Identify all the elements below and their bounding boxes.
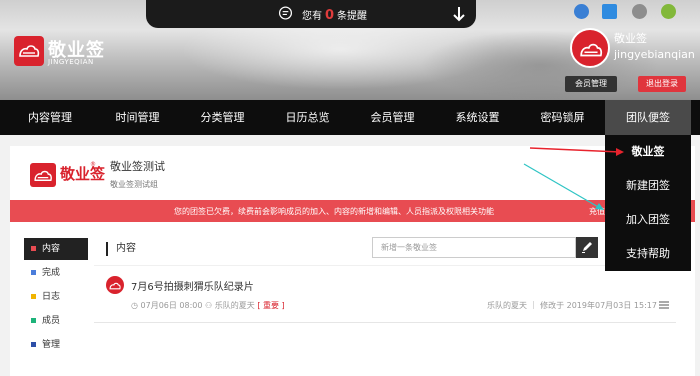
side-item-members[interactable]: 成员	[24, 310, 88, 332]
square-bullet-icon	[31, 294, 36, 299]
item-avatar	[106, 276, 124, 294]
item-meta: ◷ 07月06日 08:00 ⚇ 乐队的夏天 [ 重要 ]	[131, 300, 285, 311]
new-note-input[interactable]	[372, 237, 576, 258]
item-team: 乐队的夏天	[214, 301, 255, 310]
side-item-done[interactable]: 完成	[24, 262, 88, 284]
pencil-icon	[582, 242, 592, 253]
side-item-label: 日志	[42, 292, 61, 302]
square-bullet-icon	[31, 342, 36, 347]
nav-item-settings[interactable]: 系统设置	[440, 100, 515, 135]
team-logo-text: 敬业签	[60, 165, 106, 183]
content-section-title: 内容	[106, 242, 136, 256]
user-name: jingyebianqian	[614, 48, 695, 61]
side-item-label: 成员	[42, 316, 61, 326]
registered-mark: ®	[90, 161, 96, 168]
annotation-arrows	[523, 147, 624, 210]
user-label: 敬业签	[614, 32, 647, 45]
nav-item-category[interactable]: 分类管理	[185, 100, 260, 135]
nav-item-team[interactable]: 团队便签	[605, 100, 691, 135]
side-item-log[interactable]: 日志	[24, 286, 88, 308]
android-icon[interactable]	[661, 4, 676, 19]
nav-item-calendar[interactable]: 日历总览	[270, 100, 345, 135]
edit-button[interactable]	[576, 237, 598, 258]
notice-count: 0	[325, 8, 335, 23]
side-item-label: 管理	[42, 340, 61, 350]
item-date: 07月06日 08:00	[140, 301, 203, 310]
clock-icon: ◷	[131, 301, 141, 310]
notice-text: 您有 0 条提醒	[302, 7, 367, 23]
team-icon: ⚇	[205, 301, 215, 310]
menu-lines-icon[interactable]	[659, 300, 669, 310]
notice-prefix: 您有	[302, 11, 322, 22]
item-tag: [ 重要 ]	[257, 301, 285, 310]
nav-item-content[interactable]: 内容管理	[0, 100, 100, 135]
side-item-manage[interactable]: 管理	[24, 334, 88, 356]
alert-text: 您的团签已欠费，续费前会影响成员的加入、内容的新增和编辑、人员指派及权限相关功能	[174, 207, 494, 216]
notice-bar[interactable]: 您有 0 条提醒	[146, 0, 476, 28]
windows-icon[interactable]	[602, 4, 617, 19]
apple-icon[interactable]	[632, 4, 647, 19]
nav-item-member[interactable]: 会员管理	[355, 100, 430, 135]
notice-suffix: 条提醒	[337, 11, 368, 22]
main-nav: 内容管理 时间管理 分类管理 日历总览 会员管理 系统设置 密码锁屏 团队便签	[0, 100, 700, 135]
nav-item-time[interactable]: 时间管理	[100, 100, 175, 135]
side-item-label: 完成	[42, 268, 61, 278]
dropdown-item-help[interactable]: 支持帮助	[605, 237, 691, 271]
avatar[interactable]	[570, 28, 610, 68]
side-item-label: 内容	[42, 244, 61, 254]
list-item[interactable]: 7月6号拍摄刺猬乐队纪录片 ◷ 07月06日 08:00 ⚇ 乐队的夏天 [ 重…	[94, 265, 676, 323]
square-bullet-icon	[31, 270, 36, 275]
chat-bubble-icon	[278, 6, 293, 20]
brand-subtitle: JINGYEQIAN	[48, 58, 94, 66]
arrow-down-icon[interactable]	[452, 6, 466, 22]
team-logo-icon	[30, 163, 56, 187]
item-title: 7月6号拍摄刺猬乐队纪录片	[131, 282, 254, 293]
team-description: 敬业签测试组	[110, 180, 158, 189]
square-bullet-icon	[31, 246, 36, 251]
ie-icon[interactable]	[574, 4, 589, 19]
side-item-content[interactable]: 内容	[24, 238, 88, 260]
nav-item-lock[interactable]: 密码锁屏	[525, 100, 600, 135]
logout-button[interactable]: 退出登录	[638, 76, 686, 92]
square-bullet-icon	[31, 318, 36, 323]
header: 您有 0 条提醒 敬业签 JINGYEQIAN 敬业签 jingyebianqian…	[0, 0, 700, 100]
platform-icons	[572, 2, 682, 22]
member-management-button[interactable]: 会员管理	[565, 76, 617, 92]
team-title: 敬业签测试	[110, 160, 165, 173]
logo-icon[interactable]	[14, 36, 44, 66]
item-modified-info: 乐队的夏天 ｜ 修改于 2019年07月03日 15:17	[487, 301, 657, 310]
